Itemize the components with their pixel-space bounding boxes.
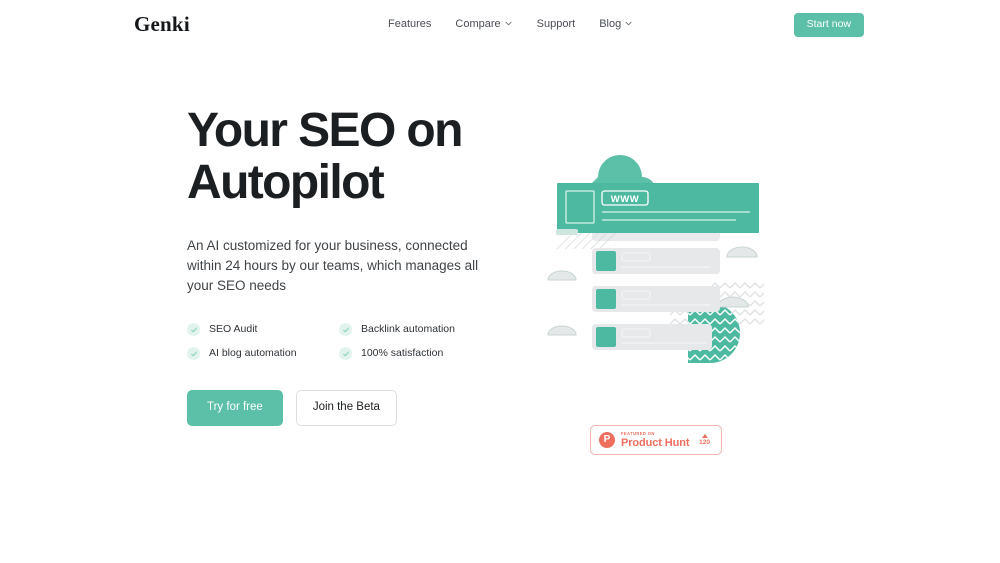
feature-item: Backlink automation <box>339 323 499 336</box>
product-hunt-name: Product Hunt <box>621 437 690 449</box>
product-hunt-badge[interactable]: P FEATURED ON Product Hunt 120 <box>590 425 722 455</box>
check-circle-icon <box>187 323 200 336</box>
upvote-count: 120 <box>699 439 710 446</box>
browser-card: WWW <box>556 183 759 235</box>
nav-label: Features <box>388 18 432 30</box>
chevron-down-icon <box>505 20 512 27</box>
nav-item-support[interactable]: Support <box>537 16 600 32</box>
start-now-button[interactable]: Start now <box>793 13 864 37</box>
hero-subheadline: An AI customized for your business, conn… <box>187 238 479 293</box>
nav-label: Support <box>536 18 576 30</box>
chevron-down-icon <box>625 20 632 27</box>
nav-label: Blog <box>599 18 622 30</box>
site-header: Genki Features Compare Support Blog Star… <box>0 0 1000 48</box>
product-hunt-text: FEATURED ON Product Hunt <box>621 431 690 449</box>
feature-label: SEO Audit <box>209 323 258 335</box>
feature-label: 100% satisfaction <box>361 347 444 359</box>
result-row <box>592 286 720 312</box>
feature-label: AI blog automation <box>209 347 297 359</box>
hero-content: Your SEO on Autopilot An AI customized f… <box>187 105 487 426</box>
feature-item: AI blog automation <box>187 347 339 360</box>
product-hunt-votes[interactable]: 120 <box>699 434 713 446</box>
feature-label: Backlink automation <box>361 323 455 335</box>
result-row <box>592 248 720 274</box>
browser-url-label: WWW <box>611 194 639 205</box>
upvote-arrow-icon <box>701 434 708 438</box>
main-navigation: Features Compare Support Blog <box>388 16 652 32</box>
hero-illustration: WWW <box>540 155 780 370</box>
hero-cta-group: Try for free Join the Beta <box>187 390 487 426</box>
check-circle-icon <box>187 347 200 360</box>
feature-item: 100% satisfaction <box>339 347 499 360</box>
check-circle-icon <box>339 347 352 360</box>
feature-list: SEO Audit Backlink automation AI blog au… <box>187 323 487 360</box>
product-hunt-logo-icon: P <box>599 432 615 448</box>
landing-page: Genki Features Compare Support Blog Star… <box>0 0 1000 563</box>
check-circle-icon <box>339 323 352 336</box>
brand-logo[interactable]: Genki <box>134 12 190 37</box>
nav-label: Compare <box>455 18 501 30</box>
nav-item-blog[interactable]: Blog <box>599 16 652 32</box>
nav-item-features[interactable]: Features <box>388 16 455 32</box>
decorative-dome <box>547 270 577 281</box>
join-the-beta-button[interactable]: Join the Beta <box>295 390 397 426</box>
try-for-free-button[interactable]: Try for free <box>187 390 283 426</box>
nav-item-compare[interactable]: Compare <box>455 16 536 32</box>
result-row <box>592 324 712 350</box>
decorative-dome <box>726 246 758 258</box>
feature-item: SEO Audit <box>187 323 339 336</box>
decorative-dome <box>547 325 577 336</box>
page-title: Your SEO on Autopilot <box>187 104 463 209</box>
